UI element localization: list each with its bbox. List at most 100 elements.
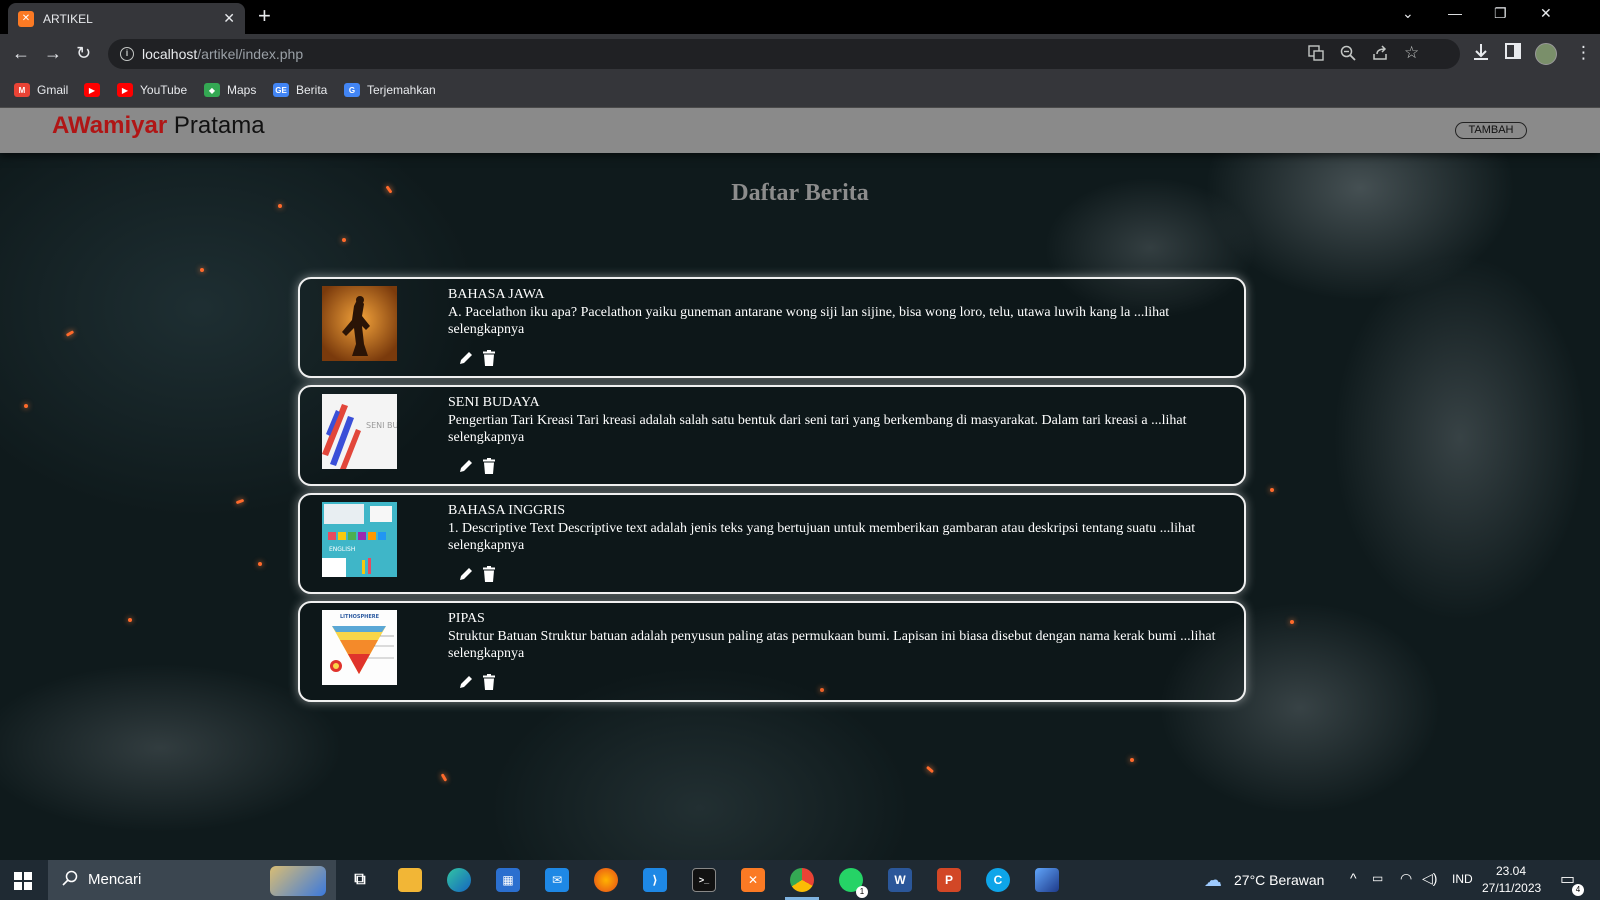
- article-excerpt[interactable]: Struktur Batuan Struktur batuan adalah p…: [448, 628, 1238, 662]
- tab-artikel[interactable]: ✕ ARTIKEL ✕: [8, 3, 245, 34]
- wifi-icon[interactable]: ◠: [1400, 870, 1412, 887]
- background-spark: [200, 268, 204, 272]
- site-brand[interactable]: AWamiyar Pratama: [52, 112, 265, 140]
- task-view-icon[interactable]: ⧉: [348, 868, 372, 892]
- pencil-icon[interactable]: [458, 674, 474, 692]
- info-icon[interactable]: i: [120, 47, 134, 61]
- powerpoint-icon[interactable]: P: [937, 868, 961, 892]
- wayang-image: [322, 286, 397, 361]
- url-host: localhost: [142, 46, 198, 62]
- trash-icon[interactable]: [482, 566, 498, 584]
- edge-icon[interactable]: [447, 868, 471, 892]
- new-tab-button[interactable]: +: [258, 5, 271, 27]
- bookmark-terjemahkan[interactable]: G Terjemahkan: [344, 83, 436, 97]
- background-spark: [128, 618, 132, 622]
- search-highlight-image: [270, 866, 326, 896]
- vscode-icon[interactable]: ⟩: [643, 868, 667, 892]
- windows-start-icon[interactable]: [14, 872, 32, 890]
- menu-icon[interactable]: ⋮: [1575, 43, 1592, 63]
- search-icon: [62, 870, 78, 891]
- bookmark-berita[interactable]: GE Berita: [273, 83, 327, 97]
- mail-icon[interactable]: ✉: [545, 868, 569, 892]
- bookmark-maps[interactable]: ◆ Maps: [204, 83, 256, 97]
- seni-budaya-image: SENI BUDAYA: [322, 394, 397, 469]
- xampp-taskbar-icon[interactable]: ✕: [741, 868, 765, 892]
- language-indicator[interactable]: IND: [1452, 872, 1473, 886]
- store-icon[interactable]: ▦: [496, 868, 520, 892]
- url-text[interactable]: localhost/artikel/index.php: [142, 46, 303, 62]
- browser-tab-bar: ✕ ARTIKEL ✕ + ⌄ — ❐ ✕: [0, 0, 1600, 34]
- weather-text[interactable]: 27°C Berawan: [1234, 872, 1324, 888]
- article-excerpt[interactable]: Pengertian Tari Kreasi Tari kreasi adala…: [448, 412, 1238, 446]
- zoom-icon[interactable]: [1340, 45, 1356, 65]
- pencil-icon[interactable]: [458, 566, 474, 584]
- article-title[interactable]: PIPAS: [448, 611, 485, 627]
- word-icon[interactable]: W: [888, 868, 912, 892]
- bookmark-label: YouTube: [140, 83, 188, 97]
- article-title[interactable]: BAHASA JAWA: [448, 287, 545, 303]
- lithosphere-image-caption: LITHOSPHERE: [340, 614, 380, 620]
- bookmark-star-icon[interactable]: ☆: [1404, 43, 1419, 63]
- bookmark-label: Berita: [296, 83, 328, 97]
- address-bar[interactable]: i localhost/artikel/index.php ☆: [108, 39, 1460, 69]
- forward-icon[interactable]: →: [44, 43, 62, 63]
- share-icon[interactable]: [1372, 45, 1388, 65]
- add-article-button[interactable]: TAMBAH: [1455, 122, 1527, 139]
- volume-icon[interactable]: ◁): [1422, 870, 1437, 887]
- lithosphere-image: LITHOSPHERE: [322, 610, 397, 685]
- firefox-icon[interactable]: [594, 868, 618, 892]
- restore-icon[interactable]: ❐: [1494, 5, 1507, 22]
- background-spark: [1130, 758, 1134, 762]
- pencil-icon[interactable]: [458, 350, 474, 368]
- article-title[interactable]: BAHASA INGGRIS: [448, 503, 565, 519]
- url-path: /artikel/index.php: [197, 46, 304, 62]
- notification-badge: 4: [1572, 884, 1584, 896]
- chrome-icon[interactable]: [790, 868, 814, 892]
- pencil-icon[interactable]: [458, 458, 474, 476]
- page-title: Daftar Berita: [731, 180, 869, 206]
- article-excerpt[interactable]: A. Pacelathon iku apa? Pacelathon yaiku …: [448, 304, 1238, 338]
- window-close-icon[interactable]: ✕: [1540, 5, 1552, 22]
- terminal-icon[interactable]: >_: [692, 868, 716, 892]
- youtube-icon: ▶: [117, 83, 133, 97]
- article-actions: [458, 350, 498, 368]
- profile-avatar[interactable]: [1535, 43, 1557, 65]
- brand-rest: Pratama: [167, 112, 265, 139]
- chevron-down-icon[interactable]: ⌄: [1402, 5, 1414, 22]
- clock-date[interactable]: 27/11/2023: [1482, 881, 1541, 895]
- reload-icon[interactable]: ↻: [76, 43, 91, 63]
- trash-icon[interactable]: [482, 458, 498, 476]
- search-placeholder: Mencari: [88, 871, 142, 888]
- background-spark: [1270, 488, 1274, 492]
- clock-time[interactable]: 23.04: [1496, 864, 1526, 878]
- bookmark-gmail[interactable]: M Gmail: [14, 83, 68, 97]
- article-card: ENGLISH BAHASA INGGRIS 1. Descriptive Te…: [298, 493, 1246, 594]
- canva-icon[interactable]: C: [986, 868, 1010, 892]
- photos-icon[interactable]: [1035, 868, 1059, 892]
- page-viewport: AWamiyar Pratama TAMBAH Daftar Berita BA…: [0, 108, 1600, 860]
- back-icon[interactable]: ←: [12, 43, 30, 63]
- side-panel-icon[interactable]: [1505, 43, 1521, 64]
- background-spark: [24, 404, 28, 408]
- article-excerpt[interactable]: 1. Descriptive Text Descriptive text ada…: [448, 520, 1238, 554]
- article-card: SENI BUDAYA SENI BUDAYA Pengertian Tari …: [298, 385, 1246, 486]
- article-card: BAHASA JAWA A. Pacelathon iku apa? Pacel…: [298, 277, 1246, 378]
- background-spark: [440, 773, 448, 782]
- trash-icon[interactable]: [482, 350, 498, 368]
- background-spark: [1290, 620, 1294, 624]
- bookmark-label: Gmail: [37, 83, 69, 97]
- close-icon[interactable]: ✕: [223, 10, 235, 27]
- article-title[interactable]: SENI BUDAYA: [448, 395, 540, 411]
- bookmark-youtube[interactable]: ▶ YouTube: [117, 83, 187, 97]
- xampp-icon: ✕: [18, 10, 34, 27]
- google-news-icon: GE: [273, 83, 289, 97]
- file-explorer-icon[interactable]: [398, 868, 422, 892]
- chevron-up-icon[interactable]: ^: [1350, 870, 1357, 886]
- translate-icon[interactable]: [1308, 45, 1324, 65]
- bookmark-youtube-icon-only[interactable]: ▶: [84, 83, 107, 97]
- trash-icon[interactable]: [482, 674, 498, 692]
- taskbar-search[interactable]: Mencari: [48, 860, 336, 900]
- minimize-icon[interactable]: —: [1448, 5, 1462, 21]
- battery-icon[interactable]: ▭: [1372, 871, 1383, 885]
- download-icon[interactable]: [1473, 43, 1489, 66]
